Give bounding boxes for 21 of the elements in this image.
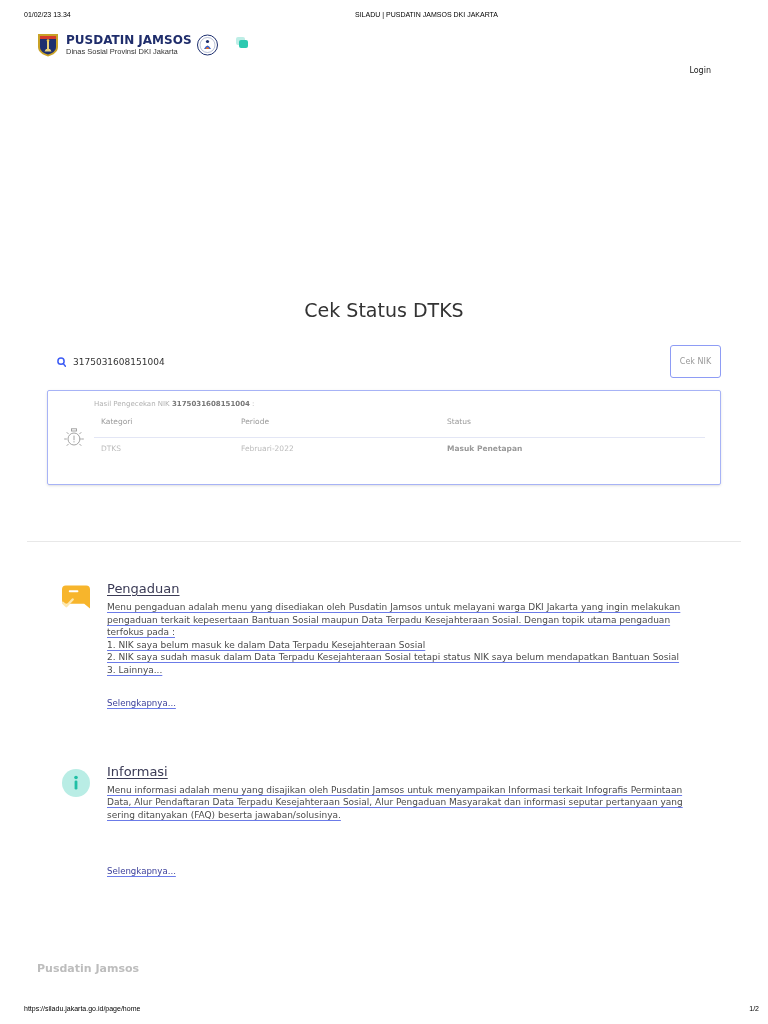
info-icon bbox=[62, 768, 90, 797]
nik-input-field[interactable]: 3175031608151004 bbox=[73, 351, 670, 372]
footer-brand: Pusdatin Jamsos bbox=[37, 962, 140, 976]
round-emblem-logo bbox=[196, 34, 218, 56]
page-title: Cek Status DTKS bbox=[303, 298, 465, 322]
list-item-text: 2. NIK saya sudah masuk dalam Data Terpadu Kesejahteraan Sosial tetapi status NIK saya belum mendapatkan Bantuan Sosial bbox=[107, 651, 680, 664]
stacked-squares-icon bbox=[235, 37, 248, 48]
list-item-text: 3. Lainnya... bbox=[107, 663, 163, 677]
chat-bubble-icon bbox=[62, 585, 90, 610]
shield-emblem-logo bbox=[37, 33, 59, 57]
list-item-text: 1. NIK saya belum masuk ke dalam Data Terpadu Kesejahteraan Sosial bbox=[107, 638, 426, 652]
section-title-link[interactable]: Pengaduan bbox=[107, 581, 180, 597]
alert-icon bbox=[64, 427, 84, 448]
brand-name: PUSDATIN JAMSOS bbox=[66, 34, 192, 47]
section-description: Menu pengaduan adalah menu yang disediakan oleh Pusdatin Jamsos untuk melayani warga DKI Jakarta yang ingin melakukan pengaduan terkait kepesertaan Bantuan Sosial maupun Data Terpadu Kesejahteraan Sosial. Dengan topik utama pengaduan terfokus pada : bbox=[107, 601, 682, 639]
login-link[interactable]: Login bbox=[689, 65, 711, 77]
section-title-link[interactable]: Informasi bbox=[107, 763, 168, 780]
search-icon bbox=[57, 356, 66, 367]
more-link[interactable]: Selengkapnya... bbox=[107, 865, 176, 878]
more-link[interactable]: Selengkapnya... bbox=[107, 696, 176, 709]
section-description: Menu informasi adalah menu yang disajikan oleh Pusdatin Jamsos untuk menyampaikan Informasi terkait Infografis Permintaan Data, Alur Pendaftaran Data Terpadu Kesejahteraan Sosial, Alur Pengaduan Masyarakat dan informasi seputar pertanyaan yang sering ditanyakan (FAQ) beserta jawaban/solusinya. bbox=[107, 783, 684, 822]
